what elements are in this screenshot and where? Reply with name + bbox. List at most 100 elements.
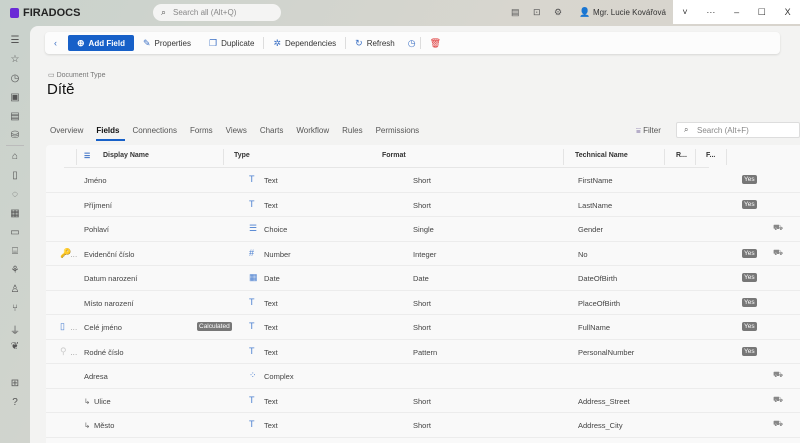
column-divider xyxy=(563,149,564,165)
column-header-type[interactable]: Type xyxy=(234,152,250,159)
type-value: Text xyxy=(264,421,278,430)
technical-name-value: Address_Street xyxy=(578,396,630,406)
table-row[interactable]: Příjmení T Text Short LastName Yes xyxy=(46,193,800,217)
display-name: Jméno xyxy=(84,176,107,185)
refresh-button[interactable]: ↻ Refresh xyxy=(346,32,404,54)
menu-icon[interactable]: ☰ xyxy=(9,35,21,46)
table-row[interactable]: ⚲… Rodné číslo T Text Pattern PersonalNumber Y… xyxy=(46,340,800,364)
car-icon: ⛟ xyxy=(773,223,784,232)
format-value: Pattern xyxy=(413,347,438,357)
maximize-icon[interactable]: ☐ xyxy=(758,7,766,18)
column-header-display-name[interactable]: Display Name xyxy=(103,152,149,159)
star-icon[interactable]: ☆ xyxy=(9,54,21,65)
bank-icon[interactable]: ⌸ xyxy=(9,246,21,257)
search-icon: ⌕ xyxy=(161,7,167,17)
user-icon[interactable]: 👤 xyxy=(579,7,590,18)
calendar-icon[interactable]: ▦ xyxy=(9,208,21,219)
table-row[interactable]: ↳ Město T Text Short Address_City ⛟ xyxy=(46,413,800,438)
breadcrumb-label: Document Type xyxy=(56,72,106,79)
tab-views[interactable]: Views xyxy=(226,126,253,141)
person-icon[interactable]: ♙ xyxy=(9,284,21,295)
table-row[interactable]: Místo narození T Text Short PlaceOfBirth Yes xyxy=(46,291,800,315)
tab-permissions[interactable]: Permissions xyxy=(376,126,426,141)
display-name: Příjmení xyxy=(84,200,112,210)
technical-name-value: Address_City xyxy=(578,421,623,430)
type-text-icon: T xyxy=(249,419,255,429)
fork-knife-icon[interactable]: ⑂ xyxy=(9,303,21,314)
tab-overview[interactable]: Overview xyxy=(50,126,89,141)
history-button[interactable]: ◷ xyxy=(404,32,420,54)
chevron-left-icon: ‹ xyxy=(54,38,57,48)
column-header-technical-name[interactable]: Technical Name xyxy=(575,152,628,159)
child-indent-icon: ↳ xyxy=(84,421,91,430)
column-header-f[interactable]: F... xyxy=(706,152,715,159)
history-icon[interactable]: ◷ xyxy=(9,73,21,84)
card-icon[interactable]: ▭ xyxy=(9,227,21,238)
tree-icon[interactable]: ⚘ xyxy=(9,265,21,276)
column-divider xyxy=(223,149,224,165)
car-icon: ⛟ xyxy=(773,370,784,379)
display-name: Datum narození xyxy=(84,274,138,283)
dependencies-button[interactable]: ✲ Dependencies xyxy=(264,32,345,54)
refresh-label: Refresh xyxy=(366,38,395,48)
home-icon[interactable]: ⌂ xyxy=(9,151,21,162)
tab-forms[interactable]: Forms xyxy=(190,126,219,141)
document-icon[interactable]: ▣ xyxy=(9,92,21,103)
tab-rules[interactable]: Rules xyxy=(342,126,368,141)
table-row[interactable]: Jméno T Text Short FirstName Yes xyxy=(46,168,800,193)
tab-workflow[interactable]: Workflow xyxy=(296,126,335,141)
table-row[interactable]: Datum narození ▦ Date Date DateOfBirth Yes xyxy=(46,266,800,291)
chat-icon[interactable]: ◌ xyxy=(9,189,21,200)
collapse-icon[interactable]: ˅ xyxy=(682,7,687,17)
table-row[interactable]: ↳ Ulice T Text Short Address_Street ⛟ xyxy=(46,389,800,413)
user-stack-icon[interactable]: ⛁ xyxy=(9,130,21,141)
close-icon[interactable]: X xyxy=(785,7,791,17)
plant-icon[interactable]: ❦ xyxy=(9,341,21,352)
column-header-format[interactable]: Format xyxy=(382,152,406,159)
column-header-r[interactable]: R... xyxy=(676,152,687,159)
column-filter-icon[interactable]: ☰ xyxy=(84,152,90,160)
field-search-input[interactable]: ⌕ Search (Alt+F) xyxy=(676,122,800,138)
car-icon: ⛟ xyxy=(773,394,784,404)
delete-button[interactable]: 🗑 xyxy=(421,32,450,54)
filter-button[interactable]: ⩸ Filter xyxy=(636,126,661,136)
table-row[interactable]: Pohlaví ☰ Choice Single Gender ⛟ xyxy=(46,217,800,242)
tab-connections[interactable]: Connections xyxy=(132,126,182,141)
type-number-icon: # xyxy=(249,247,255,258)
plug-icon[interactable]: ⏚ xyxy=(9,322,21,337)
toolbar: ‹ ⊕ Add Field ✎ Properties ❐ Duplicate ✲ Dep… xyxy=(45,32,780,54)
window-controls: ˅ ··· – ☐ X xyxy=(673,0,800,24)
type-value: Text xyxy=(264,347,278,357)
gear-icon[interactable]: ⚙ xyxy=(554,7,562,18)
back-button[interactable]: ‹ xyxy=(45,32,66,54)
global-search-input[interactable]: ⌕ Search all (Alt+Q) xyxy=(153,4,281,21)
type-value: Text xyxy=(264,176,278,185)
display-name: Rodné číslo xyxy=(84,347,124,357)
tab-fields[interactable]: Fields xyxy=(96,126,126,141)
type-text-icon: T xyxy=(249,174,255,184)
table-row[interactable]: Adresa ⁘ Complex ⛟ xyxy=(46,364,800,389)
calculated-badge: Calculated xyxy=(197,322,232,331)
add-field-button[interactable]: ⊕ Add Field xyxy=(68,35,134,51)
inbox-icon[interactable]: ⊡ xyxy=(533,7,541,18)
table-row[interactable]: ▯ … Celé jméno Calculated T Text Short FullName… xyxy=(46,315,800,340)
tab-charts[interactable]: Charts xyxy=(260,126,290,141)
dependencies-label: Dependencies xyxy=(285,38,337,48)
duplicate-icon: ❐ xyxy=(209,37,218,48)
more-icon[interactable]: ··· xyxy=(706,7,715,17)
help-icon[interactable]: ? xyxy=(9,397,21,408)
file-icon[interactable]: ▯ xyxy=(9,170,21,181)
minimize-icon[interactable]: – xyxy=(734,7,739,17)
duplicate-button[interactable]: ❐ Duplicate xyxy=(200,32,263,54)
notes-icon[interactable]: ▤ xyxy=(511,7,520,18)
column-divider xyxy=(695,149,696,165)
archive-icon[interactable]: ▤ xyxy=(9,111,21,122)
user-name[interactable]: Mgr. Lucie Kovářová xyxy=(593,8,666,17)
table-row[interactable]: 🔑… Evidenční číslo # Number Integer No Yes ⛟ xyxy=(46,242,800,266)
format-value: Date xyxy=(413,274,429,283)
type-text-icon: T xyxy=(249,345,255,356)
properties-button[interactable]: ✎ Properties xyxy=(134,32,200,54)
format-value: Short xyxy=(413,176,431,185)
required-badge: Yes xyxy=(742,322,757,331)
apps-icon[interactable]: ⊞ xyxy=(9,378,21,389)
